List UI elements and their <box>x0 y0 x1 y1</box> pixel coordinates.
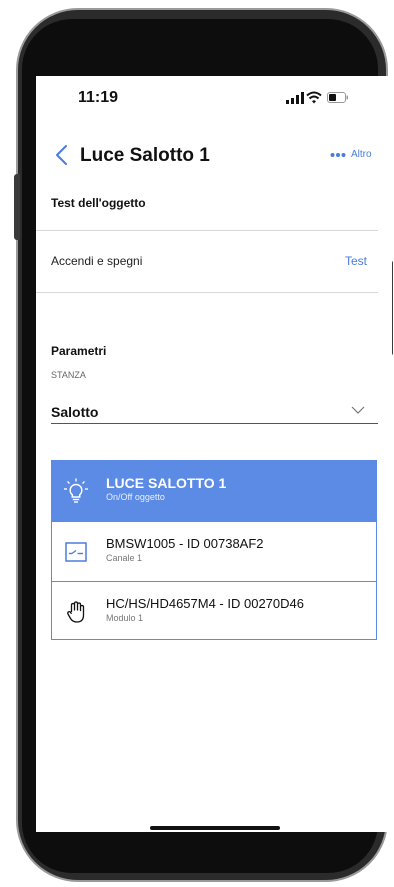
divider <box>36 292 378 293</box>
test-button[interactable]: Test <box>345 254 367 268</box>
device-list: LUCE SALOTTO 1 On/Off oggetto BMSW1005 -… <box>51 460 377 640</box>
list-item-title: HC/HS/HD4657M4 - ID 00270D46 <box>106 596 304 611</box>
list-item-title: BMSW1005 - ID 00738AF2 <box>106 536 264 551</box>
list-item-switch[interactable]: BMSW1005 - ID 00738AF2 Canale 1 <box>52 521 376 581</box>
more-label: Altro <box>351 149 372 160</box>
room-label: STANZA <box>51 370 86 380</box>
wifi-icon <box>306 91 322 104</box>
select-underline <box>51 423 378 424</box>
more-dots-icon <box>330 152 346 157</box>
home-indicator[interactable] <box>150 826 280 830</box>
status-time: 11:19 <box>78 89 119 106</box>
app-screen: 11:19 Luce Salotto 1 Altro Test dell'ogg… <box>36 76 392 832</box>
lightbulb-icon <box>64 478 88 503</box>
room-select[interactable]: Salotto <box>51 404 98 420</box>
test-section-heading: Test dell'oggetto <box>51 196 146 210</box>
list-item-title: LUCE SALOTTO 1 <box>106 475 227 491</box>
list-item-subtitle: On/Off oggetto <box>106 492 165 502</box>
hand-icon <box>67 601 85 623</box>
signal-icon <box>286 92 304 104</box>
divider <box>36 230 378 231</box>
list-item-subtitle: Modulo 1 <box>106 613 144 623</box>
more-button[interactable]: Altro <box>330 149 372 160</box>
nav-bar: Luce Salotto 1 Altro <box>36 136 392 176</box>
list-item-subtitle: Canale 1 <box>106 553 143 563</box>
list-item-module[interactable]: HC/HS/HD4657M4 - ID 00270D46 Modulo 1 <box>52 581 376 641</box>
side-button-left <box>14 174 20 240</box>
params-heading: Parametri <box>51 344 107 358</box>
toggle-row-label: Accendi e spegni <box>51 254 143 268</box>
chevron-down-icon[interactable] <box>351 406 365 414</box>
page-title: Luce Salotto 1 <box>80 145 210 166</box>
back-icon[interactable] <box>54 144 68 166</box>
battery-icon <box>327 92 348 103</box>
status-bar: 11:19 <box>36 76 392 120</box>
list-item-light[interactable]: LUCE SALOTTO 1 On/Off oggetto <box>52 461 376 521</box>
switch-icon <box>65 542 87 562</box>
